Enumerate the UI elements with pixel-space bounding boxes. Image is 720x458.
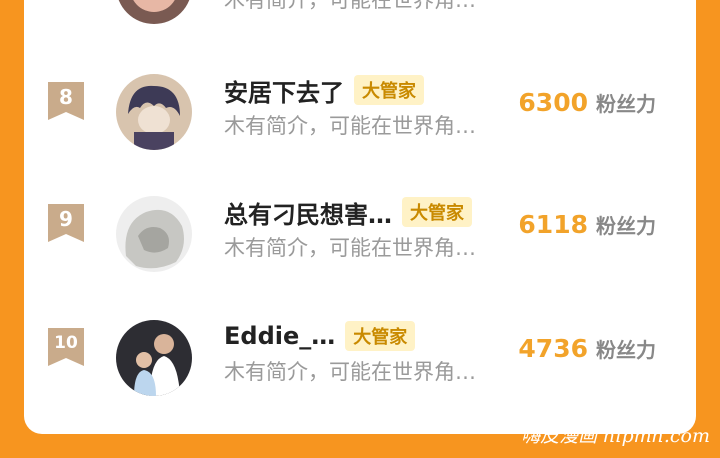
avatar[interactable]	[116, 0, 192, 24]
fan-power-label: 粉丝力	[596, 214, 656, 238]
user-name[interactable]: 安居下去了	[224, 73, 344, 108]
user-name[interactable]: 总有刁民想害…	[224, 195, 392, 230]
role-tag: 大管家	[354, 75, 424, 105]
role-tag: 大管家	[345, 321, 416, 351]
avatar[interactable]	[116, 196, 192, 272]
rank-number: 9	[59, 207, 73, 231]
fan-power-value: 6118	[518, 210, 588, 239]
user-bio: 木有简介，可能在世界角…	[224, 114, 476, 138]
ranking-row[interactable]: 8 安居下去了 大管家 木有简介，可能在世界角… 6300 粉丝力	[24, 62, 696, 162]
fan-power-value: 6300	[518, 88, 588, 117]
user-bio: 木有简介，可能在世界角…	[224, 360, 476, 384]
ranking-row-partial[interactable]: 木有简介，可能在世界角…	[24, 0, 696, 36]
ranking-card: 木有简介，可能在世界角… 8 安居下去了 大管家 木有简介，可能在世界角… 63…	[24, 0, 696, 434]
ranking-row[interactable]: 9 总有刁民想害… 大管家 木有简介，可能在世界角… 6118 粉丝力	[24, 184, 696, 284]
user-bio: 木有简介，可能在世界角…	[224, 0, 476, 12]
rank-number: 8	[59, 85, 73, 109]
ranking-row[interactable]: 10 Eddie_… 大管家 木有简介，可能在世界角… 4736 粉丝力	[24, 308, 696, 408]
avatar[interactable]	[116, 320, 192, 396]
user-bio: 木有简介，可能在世界角…	[224, 236, 476, 260]
fan-power-value: 4736	[518, 334, 588, 363]
fan-power-label: 粉丝力	[596, 338, 656, 362]
user-name[interactable]: Eddie_…	[224, 322, 335, 350]
fan-power-label: 粉丝力	[596, 92, 656, 116]
avatar[interactable]	[116, 74, 192, 150]
watermark: 嗨皮漫画 hipmh.com	[521, 425, 710, 447]
rank-number: 10	[54, 333, 78, 353]
role-tag: 大管家	[402, 197, 472, 227]
